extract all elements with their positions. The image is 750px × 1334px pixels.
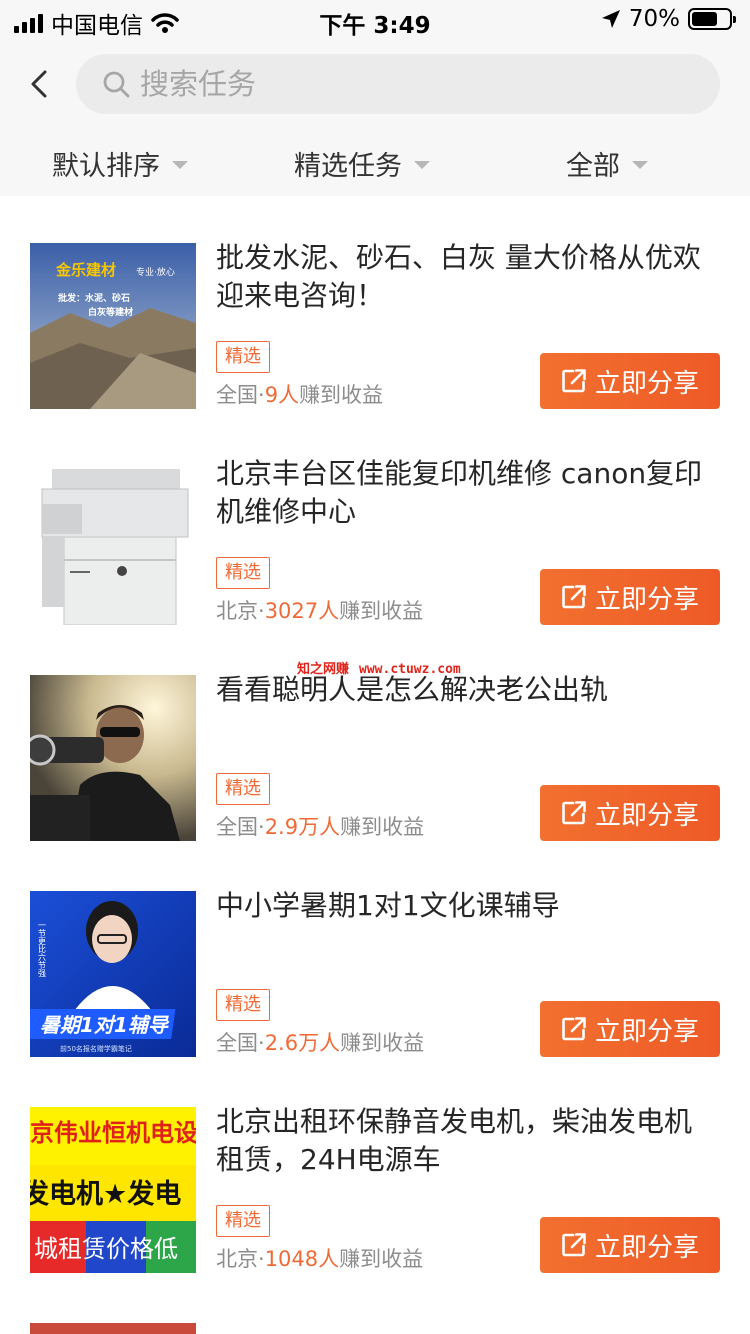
share-button[interactable]: 立即分享 [540, 1001, 720, 1057]
task-title: 看看聪明人是怎么解决老公出轨 [216, 673, 609, 706]
task-item-partial[interactable] [0, 1323, 750, 1334]
svg-text:批发：水泥、砂石: 批发：水泥、砂石 [58, 292, 130, 304]
share-button[interactable]: 立即分享 [540, 353, 720, 409]
task-item[interactable]: 看看聪明人是怎么解决老公出轨 精选 全国·2.9万人赚到收益 立即分享 [0, 673, 750, 891]
external-share-icon [562, 369, 586, 393]
share-button[interactable]: 立即分享 [540, 785, 720, 841]
search-input[interactable] [140, 54, 700, 114]
earner-suffix: 赚到收益 [340, 815, 425, 839]
caret-down-icon [632, 160, 648, 169]
battery-icon [688, 8, 736, 30]
task-title: 批发水泥、砂石、白灰 量大价格从优欢迎来电咨询！ [216, 241, 701, 312]
svg-text:白灰等建材: 白灰等建材 [88, 306, 133, 318]
earner-suffix: 赚到收益 [340, 1031, 425, 1055]
task-meta: 北京·1048人赚到收益 [216, 1247, 424, 1271]
partial-thumbnail [30, 1323, 196, 1334]
earner-suffix: 赚到收益 [339, 599, 424, 623]
featured-tag: 精选 [216, 341, 270, 373]
earner-suffix: 赚到收益 [299, 383, 384, 407]
status-right: 70% [601, 6, 736, 32]
search-icon [103, 71, 130, 98]
caret-down-icon [414, 160, 430, 169]
location-arrow-icon [601, 10, 620, 28]
task-region: 全国 [216, 383, 258, 407]
earner-count: 2.6万人 [264, 1031, 341, 1055]
task-item[interactable]: 北京丰台区佳能复印机维修 canon复印机维修中心 精选 北京·3027人赚到收… [0, 457, 750, 675]
cement-thumbnail: 金乐建材 专业·放心 批发：水泥、砂石 白灰等建材 [30, 243, 196, 409]
share-button-label: 立即分享 [594, 800, 699, 831]
svg-text:发电机★发电: 发电机★发电 [30, 1178, 181, 1210]
task-region: 北京 [216, 1247, 258, 1271]
task-list: 金乐建材 专业·放心 批发：水泥、砂石 白灰等建材 批发水泥、砂石、白灰 量大价… [0, 196, 750, 1334]
filter-region-label: 全部 [566, 151, 620, 182]
svg-text:一节更比六节强: 一节更比六节强 [38, 921, 47, 978]
earner-count: 3027人 [264, 599, 340, 623]
featured-tag: 精选 [216, 773, 270, 805]
watermark: 知之网赚 www.ctuwz.com [297, 658, 461, 677]
share-button-label: 立即分享 [594, 1232, 699, 1263]
task-meta: 全国·2.6万人赚到收益 [216, 1031, 425, 1055]
svg-text:前50名报名赠学霸笔记: 前50名报名赠学霸笔记 [60, 1044, 132, 1053]
filter-task-type[interactable]: 精选任务 [294, 144, 430, 183]
external-share-icon [562, 1233, 586, 1257]
external-share-icon [562, 801, 586, 825]
copier-thumbnail [30, 459, 196, 625]
svg-text:京伟业恒机电设: 京伟业恒机电设 [30, 1118, 196, 1147]
task-region: 全国 [216, 815, 258, 839]
task-title: 北京丰台区佳能复印机维修 canon复印机维修中心 [216, 457, 703, 528]
task-item[interactable]: 暑期1对1辅导 前50名报名赠学霸笔记 一节更比六节强 中小学暑期1对1文化课辅… [0, 889, 750, 1107]
external-share-icon [562, 585, 586, 609]
filter-bar: 默认排序 精选任务 全部 [0, 130, 750, 196]
task-meta: 全国·2.9万人赚到收益 [216, 815, 425, 839]
filter-sort[interactable]: 默认排序 [52, 144, 188, 183]
share-button[interactable]: 立即分享 [540, 569, 720, 625]
filter-task-type-label: 精选任务 [294, 151, 402, 182]
share-button[interactable]: 立即分享 [540, 1217, 720, 1273]
task-item[interactable]: 金乐建材 专业·放心 批发：水泥、砂石 白灰等建材 批发水泥、砂石、白灰 量大价… [0, 241, 750, 459]
featured-tag: 精选 [216, 557, 270, 589]
search-header [0, 40, 750, 130]
status-bar: 中国电信 下午 3:49 70% [0, 0, 750, 40]
back-arrow-icon[interactable] [26, 66, 54, 102]
watermark-name: 知之网赚 [297, 662, 350, 677]
share-button-label: 立即分享 [594, 1016, 699, 1047]
task-meta: 北京·3027人赚到收益 [216, 599, 424, 623]
task-region: 全国 [216, 1031, 258, 1055]
svg-text:金乐建材: 金乐建材 [55, 261, 116, 279]
share-button-label: 立即分享 [594, 584, 699, 615]
search-bar[interactable] [76, 54, 720, 114]
earner-suffix: 赚到收益 [339, 1247, 424, 1271]
earner-count: 2.9万人 [264, 815, 341, 839]
svg-text:暑期1对1辅导: 暑期1对1辅导 [40, 1013, 170, 1037]
earner-count: 9人 [264, 383, 300, 407]
task-item[interactable]: 京伟业恒机电设 发电机★发电 城租赁价格低 北京出租环保静音发电机，柴油发电机租… [0, 1105, 750, 1323]
featured-tag: 精选 [216, 989, 270, 1021]
battery-percent: 70% [628, 6, 680, 32]
caret-down-icon [172, 160, 188, 169]
task-region: 北京 [216, 599, 258, 623]
generator-thumbnail: 京伟业恒机电设 发电机★发电 城租赁价格低 [30, 1107, 196, 1273]
filter-sort-label: 默认排序 [52, 151, 160, 182]
earner-count: 1048人 [264, 1247, 340, 1271]
filter-region[interactable]: 全部 [566, 144, 648, 183]
featured-tag: 精选 [216, 1205, 270, 1237]
task-title: 北京出租环保静音发电机，柴油发电机租赁，24H电源车 [216, 1105, 693, 1176]
task-title: 中小学暑期1对1文化课辅导 [216, 889, 560, 922]
external-share-icon [562, 1017, 586, 1041]
task-meta: 全国·9人赚到收益 [216, 383, 384, 407]
camera-man-thumbnail [30, 675, 196, 841]
watermark-url: www.ctuwz.com [359, 662, 461, 677]
share-button-label: 立即分享 [594, 368, 699, 399]
tutoring-thumbnail: 暑期1对1辅导 前50名报名赠学霸笔记 一节更比六节强 [30, 891, 196, 1057]
svg-text:城租赁价格低: 城租赁价格低 [34, 1235, 178, 1263]
svg-text:专业·放心: 专业·放心 [136, 266, 175, 278]
